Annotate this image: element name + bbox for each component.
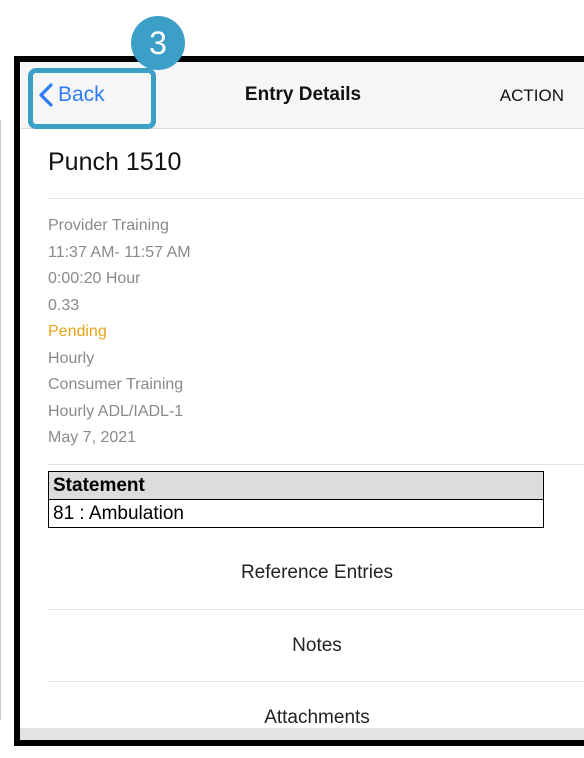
step-number-badge: 3 (131, 16, 185, 70)
statement-cell: 81 : Ambulation (48, 499, 544, 528)
divider (48, 464, 584, 465)
table-row: 81 : Ambulation (48, 499, 544, 528)
entry-details-list: Provider Training 11:37 AM- 11:57 AM 0:0… (48, 213, 191, 452)
detail-time-range: 11:37 AM- 11:57 AM (48, 243, 191, 261)
detail-date: May 7, 2021 (48, 429, 137, 446)
statement-table: Statement 81 : Ambulation (48, 471, 544, 528)
navigation-bar: Back Entry Details ACTION (20, 62, 584, 129)
detail-billing-type: Hourly (48, 349, 95, 367)
entry-title: Punch 1510 (48, 148, 182, 176)
bottom-strip (20, 728, 584, 740)
detail-service-type: Provider Training (48, 217, 169, 234)
detail-consumer-service: Consumer Training (48, 376, 184, 393)
attachments-button[interactable]: Attachments (48, 682, 584, 753)
notes-button[interactable]: Notes (48, 610, 584, 681)
status-badge: Pending (48, 323, 107, 340)
action-button[interactable]: ACTION (500, 86, 564, 106)
detail-units: 0.33 (48, 296, 80, 314)
detail-duration: 0:00:20 Hour (48, 270, 141, 287)
divider (48, 198, 584, 199)
detail-service-code: Hourly ADL/IADL-1 (48, 402, 184, 420)
tutorial-screenshot: 3 Back Entry Details ACTION Punch 1510 P… (0, 0, 584, 758)
reference-entries-button[interactable]: Reference Entries (48, 537, 584, 608)
table-header-row: Statement (48, 471, 544, 500)
left-edge-divider (0, 120, 1, 720)
phone-screen-frame: Back Entry Details ACTION Punch 1510 Pro… (14, 56, 584, 746)
statement-header: Statement (48, 471, 544, 500)
